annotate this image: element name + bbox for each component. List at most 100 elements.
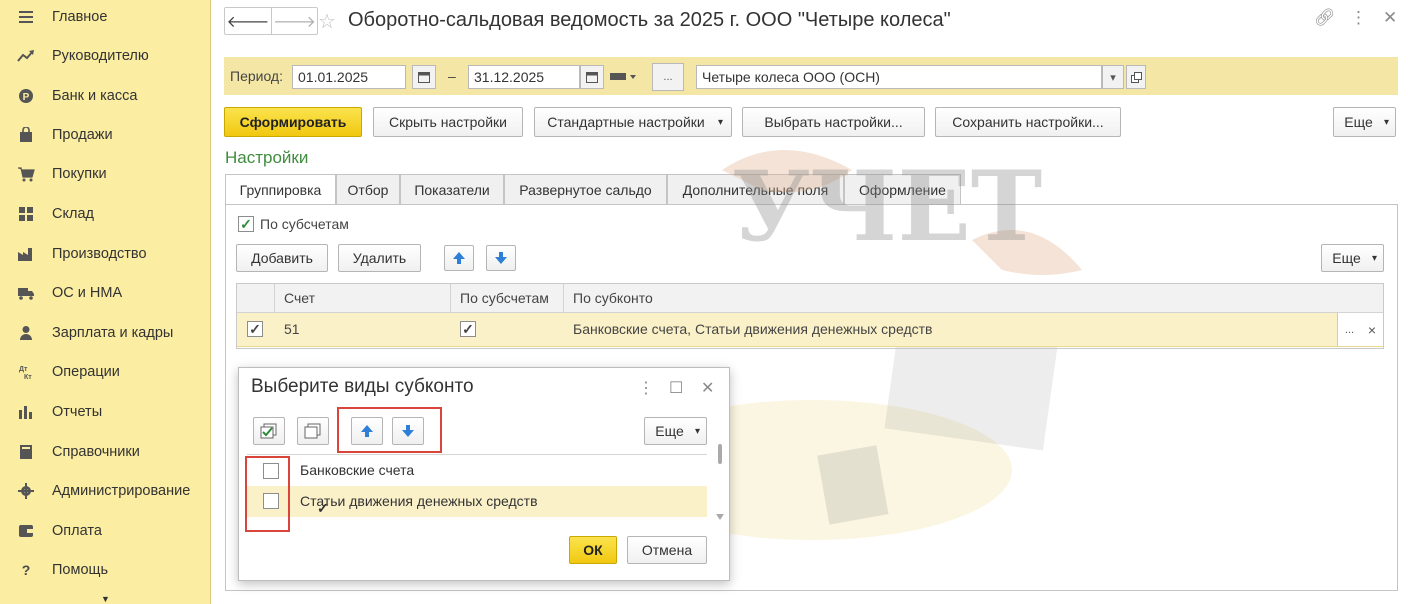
checkmark-icon: ✓	[240, 216, 252, 232]
column-header-account[interactable]: Счет	[284, 290, 315, 306]
sidebar-item-operations[interactable]: Дт Кт Операции	[0, 353, 211, 391]
list-item[interactable]: Банковские счета	[247, 455, 707, 486]
sidebar-item-help[interactable]: ? Помощь	[0, 551, 211, 589]
coin-icon: P	[17, 87, 35, 105]
uncheck-all-icon	[304, 423, 321, 439]
by-subaccounts-checkbox[interactable]: ✓	[238, 216, 254, 232]
row-select-button[interactable]: ...	[1337, 313, 1361, 346]
period-bar: Период: 01.01.2025 – 31.12.2025 ... Четы…	[224, 57, 1398, 95]
warehouse-icon	[17, 205, 35, 223]
sidebar-item-label: Руководителю	[52, 48, 149, 64]
more-vertical-icon[interactable]: ⋮	[1350, 8, 1367, 28]
by-subaccounts-label: По субсчетам	[260, 216, 349, 232]
sidebar-item-admin[interactable]: Администрирование	[0, 472, 211, 510]
hide-settings-button[interactable]: Скрыть настройки	[373, 107, 523, 137]
sidebar-item-main[interactable]: Главное	[0, 0, 211, 36]
standard-settings-label: Стандартные настройки	[547, 114, 705, 130]
choose-settings-button[interactable]: Выбрать настройки...	[742, 107, 925, 137]
tab-appearance[interactable]: Оформление	[844, 174, 961, 205]
sidebar-item-label: Справочники	[52, 444, 140, 460]
period-label: Период:	[230, 68, 283, 84]
question-icon: ?	[21, 562, 31, 578]
tab-expanded-balance[interactable]: Развернутое сальдо	[504, 174, 667, 205]
open-icon[interactable]	[1126, 65, 1146, 89]
sidebar-item-fixed-assets[interactable]: ОС и НМА	[0, 274, 211, 312]
bag-icon	[17, 126, 35, 144]
forward-button[interactable]: 🡒	[271, 8, 317, 34]
svg-text:Дт: Дт	[19, 366, 28, 373]
close-icon[interactable]: ✕	[1383, 8, 1397, 28]
truck-icon	[17, 284, 35, 302]
list-scrollbar[interactable]	[715, 444, 725, 524]
trend-icon	[17, 47, 35, 65]
tab-filter[interactable]: Отбор	[336, 174, 400, 205]
sidebar-item-salary[interactable]: Зарплата и кадры	[0, 314, 211, 352]
add-button[interactable]: Добавить	[236, 244, 328, 272]
checkmark-icon: ✓	[249, 321, 261, 337]
calendar-icon[interactable]	[580, 65, 604, 89]
book-icon	[17, 443, 35, 461]
check-all-button[interactable]	[253, 417, 285, 445]
sidebar-item-reports[interactable]: Отчеты	[0, 393, 211, 431]
sidebar-item-purchases[interactable]: Покупки	[0, 155, 211, 193]
dialog-move-up-button[interactable]	[351, 417, 383, 445]
table-row[interactable]: ✓ 51 ✓ Банковские счета, Статьи движения…	[237, 313, 1383, 347]
cancel-button[interactable]: Отмена	[627, 536, 707, 564]
sidebar: Главное Руководителю P Банк и касса Прод…	[0, 0, 211, 604]
sidebar-item-payment[interactable]: Оплата	[0, 512, 211, 550]
sidebar-item-label: Продажи	[52, 127, 113, 143]
generate-button[interactable]: Сформировать	[224, 107, 362, 137]
sidebar-item-directories[interactable]: Справочники	[0, 433, 211, 471]
gear-icon	[17, 482, 35, 500]
maximize-icon[interactable]: ☐	[669, 378, 683, 398]
period-type-dropdown[interactable]	[609, 69, 639, 85]
more-label: Еще	[655, 423, 684, 439]
grid-more-button[interactable]: Еще ▾	[1321, 244, 1384, 272]
sidebar-scroll-down[interactable]: ▼	[0, 590, 211, 604]
row-enabled-checkbox[interactable]: ✓	[247, 321, 263, 337]
move-down-button[interactable]	[486, 245, 516, 271]
save-settings-button[interactable]: Сохранить настройки...	[935, 107, 1121, 137]
back-button[interactable]: 🡐	[225, 8, 271, 34]
more-label: Еще	[1344, 114, 1373, 130]
period-select-button[interactable]: ...	[652, 63, 684, 91]
menu-icon	[17, 8, 35, 26]
sidebar-item-bank[interactable]: P Банк и касса	[0, 77, 211, 115]
period-from-field[interactable]: 01.01.2025	[292, 65, 406, 89]
dropdown-arrow-icon[interactable]: ▾	[1102, 65, 1124, 89]
sidebar-item-warehouse[interactable]: Склад	[0, 195, 211, 233]
period-to-field[interactable]: 31.12.2025	[468, 65, 580, 89]
sidebar-item-production[interactable]: Производство	[0, 235, 211, 273]
more-vertical-icon[interactable]: ⋮	[638, 378, 654, 398]
svg-text:P: P	[23, 92, 30, 103]
column-header-by-subconto[interactable]: По субконто	[573, 290, 653, 306]
tab-grouping[interactable]: Группировка	[225, 174, 336, 205]
link-icon[interactable]: 🔗︎	[1314, 8, 1336, 28]
period-dash: –	[448, 68, 456, 84]
ok-button[interactable]: ОК	[569, 536, 617, 564]
tab-additional-fields[interactable]: Дополнительные поля	[667, 174, 844, 205]
list-item-label: Статьи движения денежных средств	[300, 493, 538, 509]
column-header-by-subaccounts[interactable]: По субсчетам	[460, 290, 549, 306]
more-button[interactable]: Еще ▾	[1333, 107, 1396, 137]
move-up-button[interactable]	[444, 245, 474, 271]
close-icon[interactable]: ✕	[701, 378, 714, 398]
dialog-move-down-button[interactable]	[392, 417, 424, 445]
sidebar-item-manager[interactable]: Руководителю	[0, 37, 211, 75]
organization-field[interactable]: Четыре колеса ООО (ОСН)	[696, 65, 1102, 89]
tab-indicators[interactable]: Показатели	[400, 174, 504, 205]
chevron-down-icon: ▼	[101, 594, 110, 604]
row-by-subaccounts-checkbox[interactable]: ✓	[460, 321, 476, 337]
list-item[interactable]: ✓ Статьи движения денежных средств	[247, 486, 707, 517]
calendar-icon[interactable]	[412, 65, 436, 89]
favorite-star-icon[interactable]: ☆	[318, 9, 336, 34]
dialog-more-button[interactable]: Еще ▾	[644, 417, 707, 445]
standard-settings-button[interactable]: Стандартные настройки ▾	[534, 107, 732, 137]
row-clear-button[interactable]: ×	[1361, 313, 1383, 346]
delete-button[interactable]: Удалить	[338, 244, 421, 272]
sidebar-item-label: Главное	[52, 9, 108, 25]
bar-chart-icon	[17, 403, 35, 421]
grid-header: Счет По субсчетам По субконто	[237, 284, 1383, 313]
uncheck-all-button[interactable]	[297, 417, 329, 445]
sidebar-item-sales[interactable]: Продажи	[0, 116, 211, 154]
